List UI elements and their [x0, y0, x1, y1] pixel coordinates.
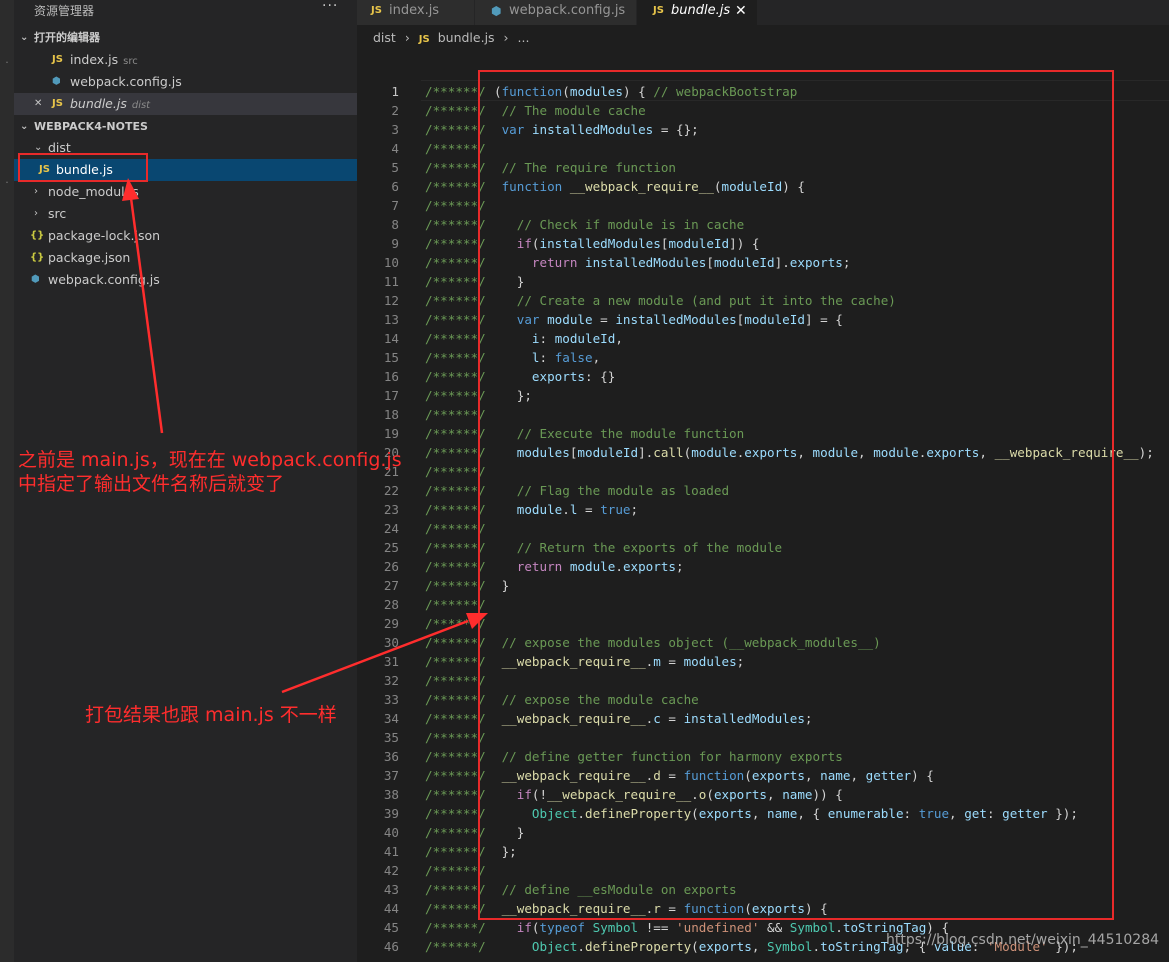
annotation-note-1-line1: 之前是 main.js，现在在 webpack.config.js	[18, 449, 402, 471]
arrowhead	[466, 613, 488, 629]
annotation-note-1: 之前是 main.js，现在在 webpack.config.js 中指定了输出…	[18, 448, 402, 496]
arrowhead	[122, 178, 139, 201]
watermark-text: https://blog.csdn.net/weixin_44510284	[886, 932, 1160, 948]
annotation-note-2: 打包结果也跟 main.js 不一样	[85, 704, 337, 726]
annotation-arrow-line	[129, 197, 164, 434]
annotation-arrow-line	[281, 619, 469, 694]
annotation-note-1-line2: 中指定了输出文件名称后就变了	[18, 473, 285, 495]
